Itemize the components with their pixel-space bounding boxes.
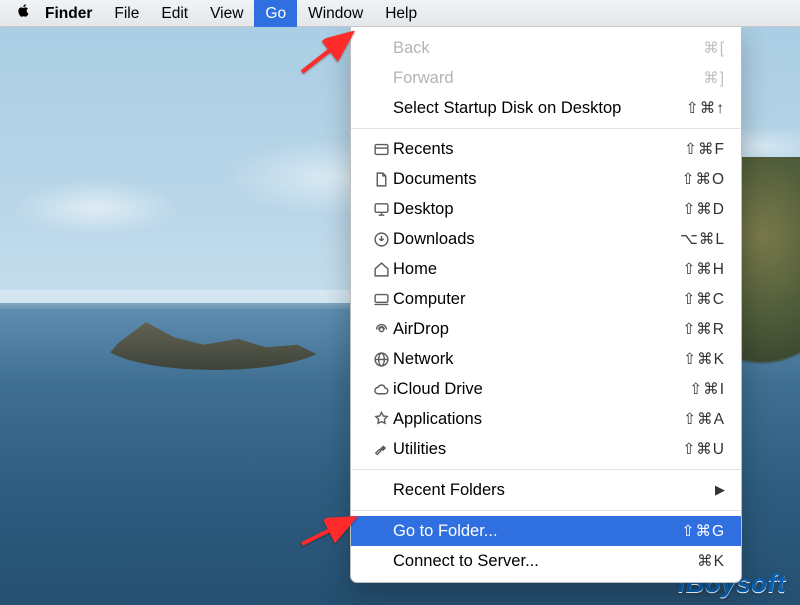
applications-icon	[369, 410, 393, 428]
menu-item-shortcut: ⇧⌘O	[681, 170, 725, 189]
network-icon	[369, 350, 393, 368]
menu-item-shortcut: ⇧⌘C	[682, 290, 725, 309]
menu-item-label: Connect to Server...	[393, 552, 697, 571]
menu-item-label: Forward	[393, 69, 703, 88]
desktop-icon	[369, 200, 393, 218]
menu-item-label: Utilities	[393, 440, 682, 459]
icloud-drive-icon	[369, 380, 393, 398]
menu-item-airdrop[interactable]: AirDrop⇧⌘R	[351, 314, 741, 344]
documents-icon	[369, 170, 393, 188]
menu-item-desktop[interactable]: Desktop⇧⌘D	[351, 194, 741, 224]
submenu-arrow-icon: ▶	[715, 482, 725, 498]
menu-item-shortcut: ⌘[	[703, 39, 725, 58]
computer-icon	[369, 290, 393, 308]
menu-item-label: Select Startup Disk on Desktop	[393, 99, 686, 118]
menu-separator	[351, 510, 741, 511]
menu-item-shortcut: ⌥⌘L	[680, 230, 725, 249]
menu-item-recents[interactable]: Recents⇧⌘F	[351, 134, 741, 164]
menu-item-label: Recents	[393, 140, 684, 159]
downloads-icon	[369, 230, 393, 248]
menu-help[interactable]: Help	[374, 0, 428, 27]
menu-window[interactable]: Window	[297, 0, 374, 27]
apple-menu[interactable]	[12, 3, 34, 23]
go-menu-dropdown: Back⌘[Forward⌘]Select Startup Disk on De…	[350, 27, 742, 583]
menubar: FinderFileEditViewGoWindowHelp	[0, 0, 800, 27]
menu-item-downloads[interactable]: Downloads⌥⌘L	[351, 224, 741, 254]
menu-item-utilities[interactable]: Utilities⇧⌘U	[351, 434, 741, 464]
menu-item-label: Desktop	[393, 200, 682, 219]
menu-item-shortcut: ⇧⌘A	[683, 410, 725, 429]
menu-item-label: Back	[393, 39, 703, 58]
menu-item-shortcut: ⇧⌘I	[689, 380, 725, 399]
menu-item-label: Go to Folder...	[393, 522, 681, 541]
menu-go[interactable]: Go	[254, 0, 297, 27]
menu-item-label: Computer	[393, 290, 682, 309]
menu-item-forward: Forward⌘]	[351, 63, 741, 93]
menu-item-icloud-drive[interactable]: iCloud Drive⇧⌘I	[351, 374, 741, 404]
menu-file[interactable]: File	[103, 0, 150, 27]
menu-item-label: Documents	[393, 170, 681, 189]
menu-item-label: Applications	[393, 410, 683, 429]
menu-item-shortcut: ⇧⌘D	[682, 200, 725, 219]
menu-item-label: Downloads	[393, 230, 680, 249]
annotation-arrow-bottom	[298, 510, 362, 550]
menu-item-label: Home	[393, 260, 682, 279]
menu-item-documents[interactable]: Documents⇧⌘O	[351, 164, 741, 194]
menu-item-home[interactable]: Home⇧⌘H	[351, 254, 741, 284]
menu-item-back: Back⌘[	[351, 33, 741, 63]
menu-item-applications[interactable]: Applications⇧⌘A	[351, 404, 741, 434]
menu-item-network[interactable]: Network⇧⌘K	[351, 344, 741, 374]
menu-item-label: AirDrop	[393, 320, 682, 339]
menu-item-go-to-folder[interactable]: Go to Folder...⇧⌘G	[351, 516, 741, 546]
menu-item-shortcut: ⇧⌘↑	[686, 99, 725, 118]
menu-item-shortcut: ⇧⌘K	[683, 350, 725, 369]
menu-item-shortcut: ⇧⌘G	[681, 522, 725, 541]
menu-item-shortcut: ⌘]	[703, 69, 725, 88]
menu-separator	[351, 128, 741, 129]
menu-item-label: Network	[393, 350, 683, 369]
menu-item-label: iCloud Drive	[393, 380, 689, 399]
menu-finder[interactable]: Finder	[34, 0, 103, 27]
apple-logo-icon	[16, 3, 31, 23]
menu-separator	[351, 469, 741, 470]
menu-item-shortcut: ⇧⌘H	[682, 260, 725, 279]
annotation-arrow-top	[298, 30, 362, 76]
menu-item-shortcut: ⌘K	[697, 552, 725, 571]
menu-edit[interactable]: Edit	[150, 0, 199, 27]
recents-icon	[369, 140, 393, 158]
utilities-icon	[369, 440, 393, 458]
airdrop-icon	[369, 320, 393, 338]
menu-item-recent-folders[interactable]: Recent Folders▶	[351, 475, 741, 505]
menu-view[interactable]: View	[199, 0, 254, 27]
menu-item-shortcut: ⇧⌘F	[684, 140, 725, 159]
menu-item-computer[interactable]: Computer⇧⌘C	[351, 284, 741, 314]
home-icon	[369, 260, 393, 278]
menu-item-select-startup-disk-on-desktop[interactable]: Select Startup Disk on Desktop⇧⌘↑	[351, 93, 741, 123]
menu-item-shortcut: ⇧⌘R	[682, 320, 725, 339]
menu-item-shortcut: ⇧⌘U	[682, 440, 725, 459]
menu-item-label: Recent Folders	[393, 481, 715, 500]
menu-item-connect-to-server[interactable]: Connect to Server...⌘K	[351, 546, 741, 576]
